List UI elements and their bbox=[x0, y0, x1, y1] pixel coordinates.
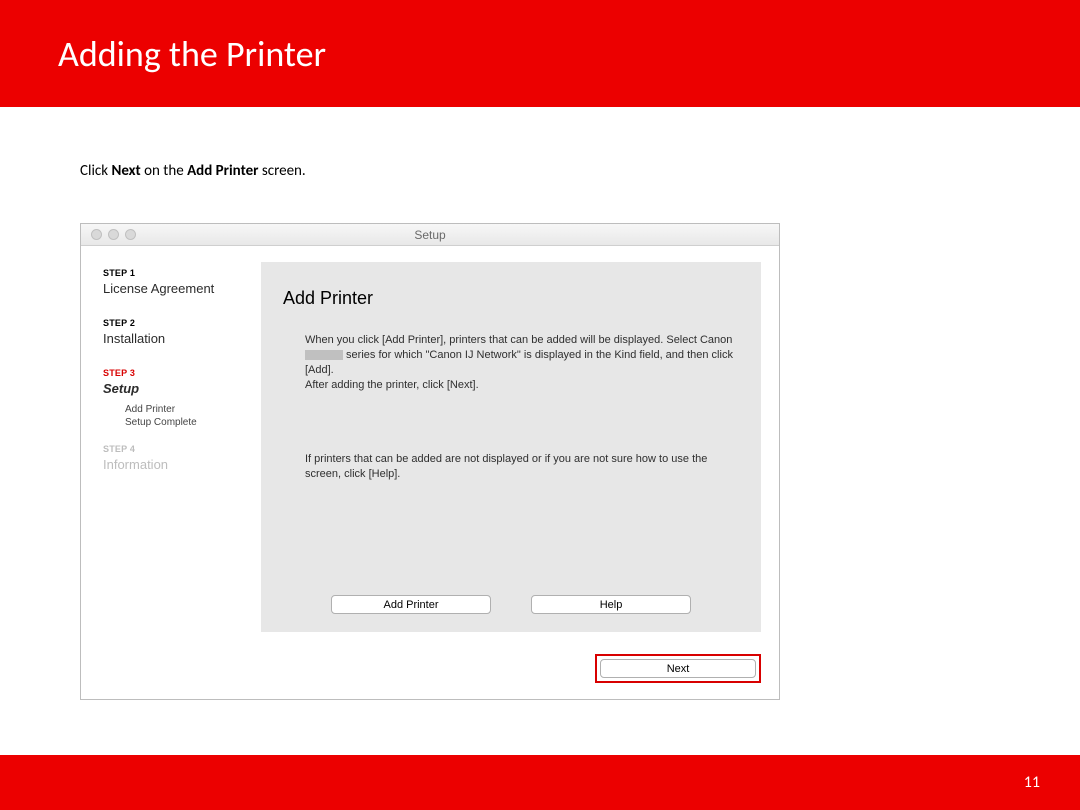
traffic-lights bbox=[91, 229, 136, 240]
panel-paragraph-1: When you click [Add Printer], printers t… bbox=[283, 333, 739, 392]
redacted-model bbox=[305, 350, 343, 360]
content-panel: Add Printer When you click [Add Printer]… bbox=[261, 262, 761, 632]
substeps: Add Printer Setup Complete bbox=[125, 404, 261, 428]
step-label: STEP 1 bbox=[103, 268, 261, 278]
page-number: 11 bbox=[1024, 773, 1040, 792]
close-icon[interactable] bbox=[91, 229, 102, 240]
step-name-installation: Installation bbox=[103, 331, 261, 346]
main-pane: Add Printer When you click [Add Printer]… bbox=[261, 246, 779, 699]
window-titlebar: Setup bbox=[81, 224, 779, 246]
slide-footer: 11 bbox=[0, 755, 1080, 810]
substep-setup-complete: Setup Complete bbox=[125, 417, 261, 428]
instruction-text: Click Next on the Add Printer screen. bbox=[80, 162, 1080, 180]
next-button-highlight: Next bbox=[595, 654, 761, 683]
panel-paragraph-2: If printers that can be added are not di… bbox=[283, 452, 739, 482]
step-name-setup: Setup bbox=[103, 381, 261, 396]
step-label-inactive: STEP 4 bbox=[103, 444, 261, 454]
panel-button-row: Add Printer Help bbox=[261, 595, 761, 614]
step-name-license: License Agreement bbox=[103, 281, 261, 296]
next-button-row: Next bbox=[595, 654, 761, 683]
window-title: Setup bbox=[414, 228, 445, 242]
step-name-information: Information bbox=[103, 457, 261, 472]
step-label-active: STEP 3 bbox=[103, 368, 261, 378]
setup-window: Setup STEP 1 License Agreement STEP 2 In… bbox=[80, 223, 780, 700]
slide-title: Adding the Printer bbox=[58, 32, 326, 76]
zoom-icon[interactable] bbox=[125, 229, 136, 240]
add-printer-button[interactable]: Add Printer bbox=[331, 595, 491, 614]
minimize-icon[interactable] bbox=[108, 229, 119, 240]
panel-title: Add Printer bbox=[283, 288, 739, 309]
slide-header: Adding the Printer bbox=[0, 0, 1080, 107]
step-sidebar: STEP 1 License Agreement STEP 2 Installa… bbox=[81, 246, 261, 699]
help-button[interactable]: Help bbox=[531, 595, 691, 614]
step-label: STEP 2 bbox=[103, 318, 261, 328]
substep-add-printer: Add Printer bbox=[125, 404, 261, 415]
next-button[interactable]: Next bbox=[600, 659, 756, 678]
